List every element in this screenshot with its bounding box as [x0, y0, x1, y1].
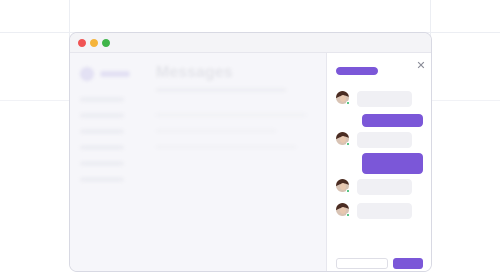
close-icon[interactable]: ✕ [415, 60, 427, 72]
incoming-message-bubble [357, 91, 412, 107]
window-maximize-dot[interactable] [102, 39, 110, 47]
window-close-dot[interactable] [78, 39, 86, 47]
chat-panel-title [336, 67, 378, 75]
dim-overlay [70, 53, 326, 271]
outgoing-message-bubble [362, 153, 423, 174]
window-minimize-dot[interactable] [90, 39, 98, 47]
chat-panel: ✕ [326, 53, 431, 271]
incoming-message-bubble [357, 203, 412, 219]
window-titlebar [70, 33, 431, 53]
online-status-dot [346, 142, 350, 146]
online-status-dot [346, 101, 350, 105]
outgoing-message-bubble [362, 114, 423, 127]
online-status-dot [346, 189, 350, 193]
incoming-message-bubble [357, 132, 412, 148]
incoming-message-bubble [357, 179, 412, 195]
app-window: Messages ✕ [69, 32, 432, 272]
online-status-dot [346, 213, 350, 217]
